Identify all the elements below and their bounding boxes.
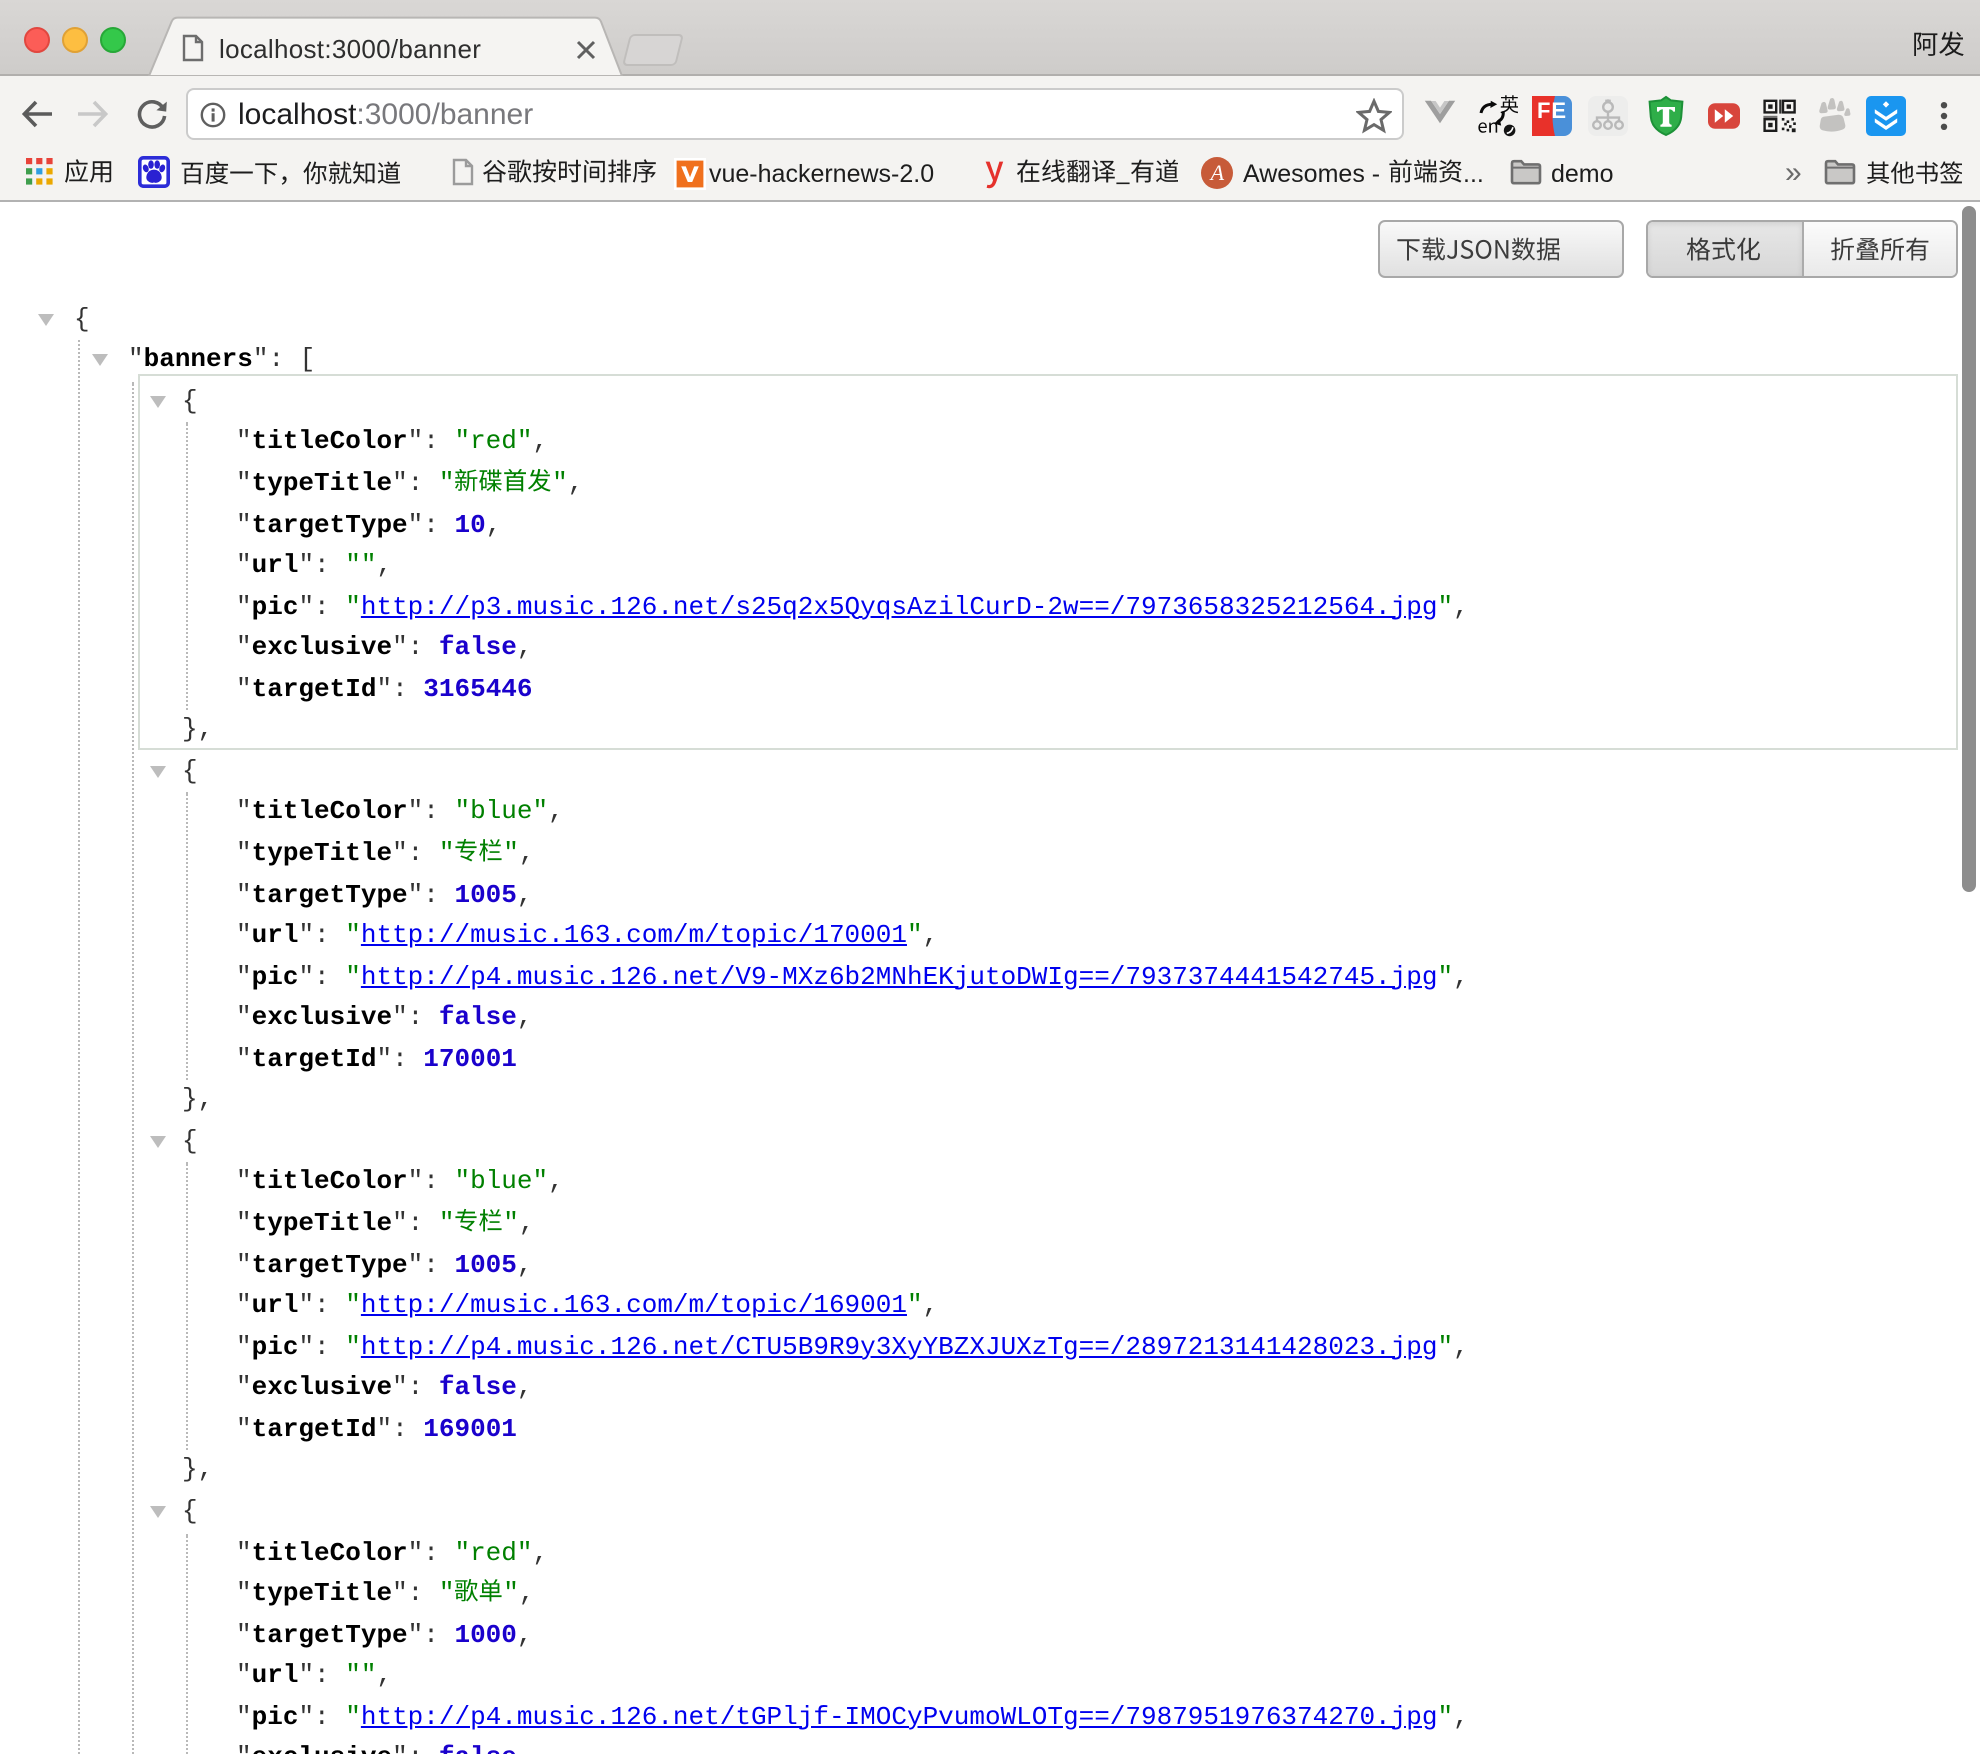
svg-text:A: A: [1209, 160, 1225, 185]
